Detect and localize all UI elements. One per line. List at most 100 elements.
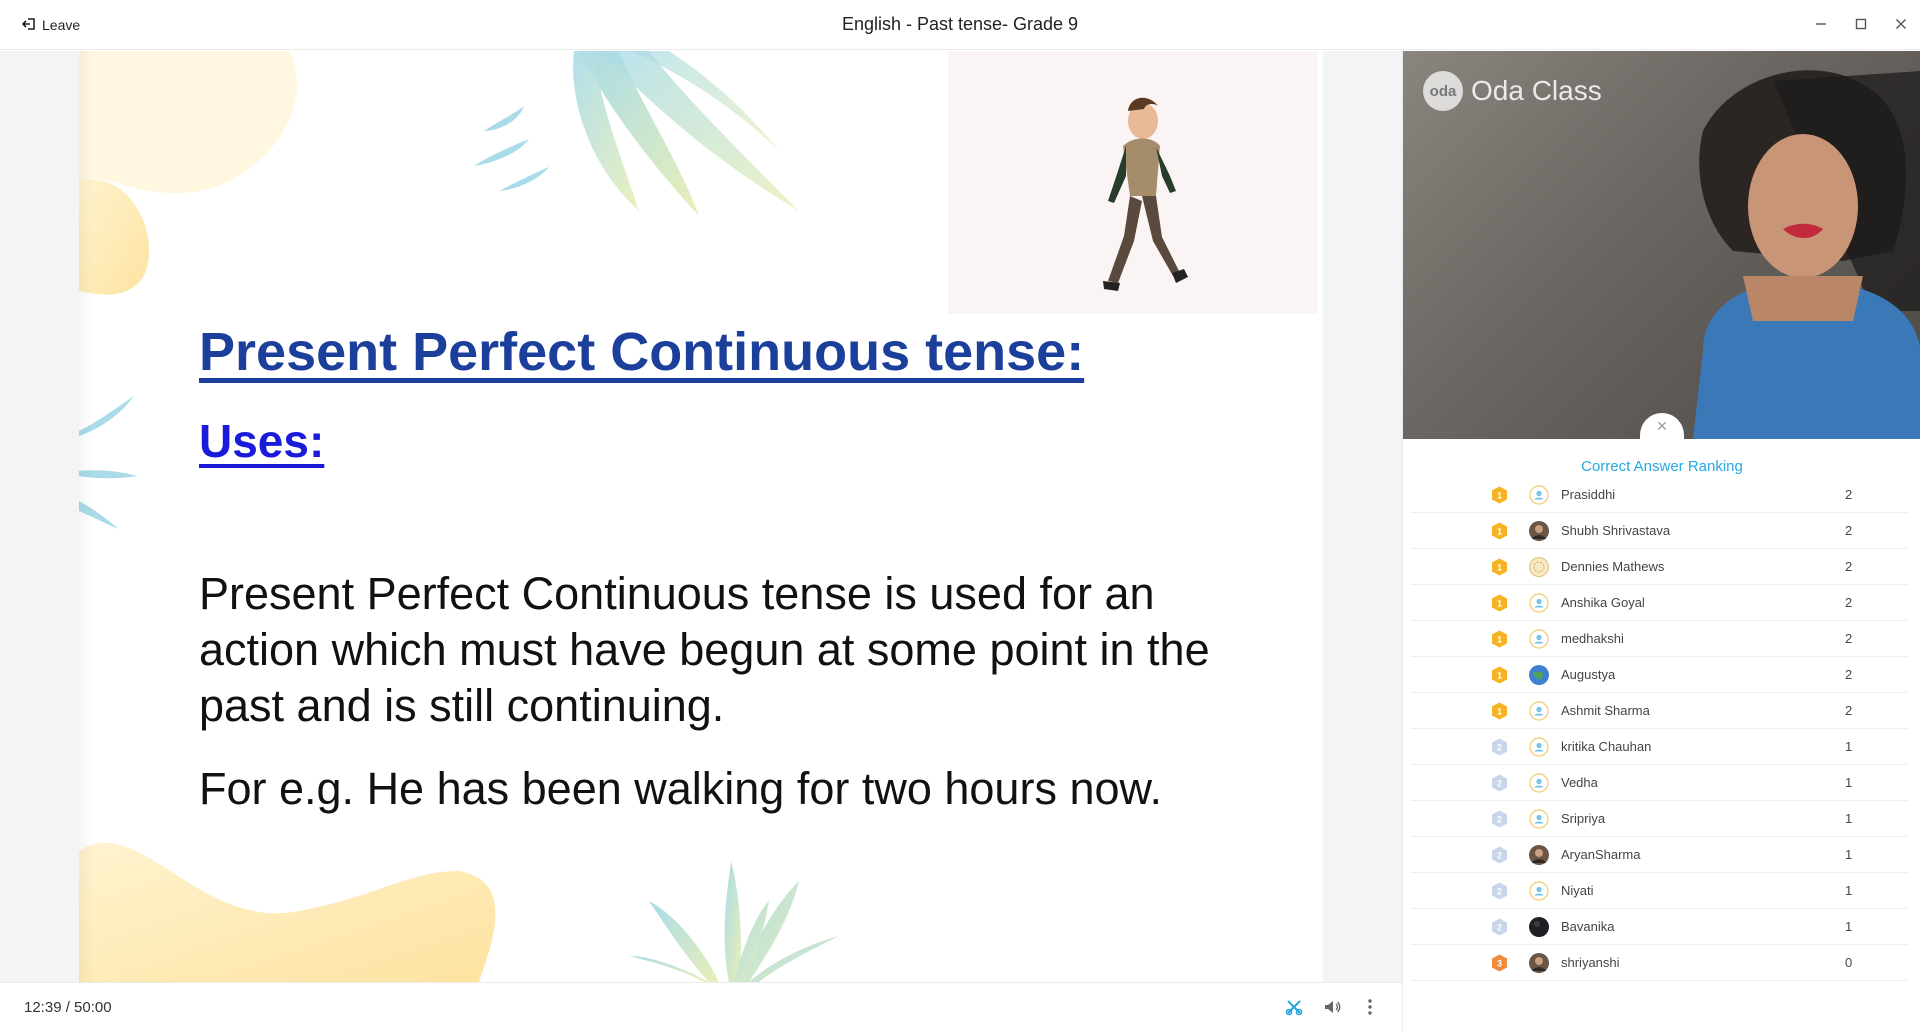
student-name: Sripriya: [1561, 811, 1606, 826]
svg-text:1: 1: [1497, 671, 1502, 681]
medal-icon: 2: [1491, 774, 1508, 792]
student-score: 2: [1845, 631, 1853, 646]
presentation-stage: Present Perfect Continuous tense: Uses: …: [0, 51, 1402, 982]
avatar: [1529, 665, 1549, 685]
medal-icon: 1: [1491, 630, 1508, 648]
svg-text:2: 2: [1497, 815, 1502, 825]
student-score: 2: [1845, 559, 1853, 574]
ranking-row: 2 Sripriya 1: [1411, 801, 1908, 837]
student-name: Augustya: [1561, 667, 1616, 682]
student-score: 1: [1845, 775, 1853, 790]
student-score: 2: [1845, 703, 1853, 718]
medal-icon: 1: [1491, 702, 1508, 720]
avatar: [1529, 521, 1549, 541]
student-name: Prasiddhi: [1561, 487, 1616, 502]
avatar: [1529, 557, 1549, 577]
medal-icon: 1: [1491, 522, 1508, 540]
close-icon[interactable]: [1894, 14, 1908, 34]
ranking-row: 2 Bavanika 1: [1411, 909, 1908, 945]
svg-text:2: 2: [1497, 779, 1502, 789]
ranking-row: 1 Anshika Goyal 2: [1411, 585, 1908, 621]
volume-icon[interactable]: [1322, 995, 1342, 1019]
student-score: 1: [1845, 811, 1853, 826]
student-name: Shubh Shrivastava: [1561, 523, 1671, 538]
avatar: [1529, 917, 1549, 937]
walking-man-image: [948, 51, 1318, 314]
svg-text:1: 1: [1497, 635, 1502, 645]
svg-text:1: 1: [1497, 599, 1502, 609]
bottom-bar: 12:39 / 50:00: [0, 982, 1402, 1032]
student-score: 1: [1845, 883, 1853, 898]
ranking-row: 1 Shubh Shrivastava 2: [1411, 513, 1908, 549]
svg-text:2: 2: [1497, 887, 1502, 897]
avatar: [1529, 485, 1549, 505]
medal-icon: 3: [1491, 954, 1508, 972]
minimize-icon[interactable]: [1814, 14, 1828, 34]
ranking-title: Correct Answer Ranking: [1581, 458, 1743, 475]
avatar: [1529, 953, 1549, 973]
svg-text:3: 3: [1497, 959, 1502, 969]
slide-body-text: Present Perfect Continuous tense is used…: [199, 568, 1210, 731]
avatar: [1529, 809, 1549, 829]
student-name: shriyanshi: [1561, 955, 1620, 970]
window-title: English - Past tense- Grade 9: [841, 14, 1079, 34]
svg-text:1: 1: [1497, 527, 1502, 537]
avatar: [1529, 845, 1549, 865]
maximize-icon[interactable]: [1854, 14, 1868, 34]
student-name: Ashmit Sharma: [1561, 703, 1650, 718]
student-name: medhakshi: [1561, 631, 1624, 646]
student-score: 0: [1845, 955, 1853, 970]
class-timer: 12:39 / 50:00: [24, 999, 112, 1016]
student-score: 1: [1845, 919, 1853, 934]
medal-icon: 1: [1491, 594, 1508, 612]
avatar: [1529, 773, 1549, 793]
medal-icon: 1: [1491, 666, 1508, 684]
ranking-row: 1 Dennies Mathews 2: [1411, 549, 1908, 585]
avatar: [1529, 881, 1549, 901]
more-icon[interactable]: [1360, 995, 1380, 1019]
walking-man-icon: [1103, 97, 1188, 291]
brand-logo: oda Oda Class: [1423, 71, 1602, 111]
svg-text:2: 2: [1497, 851, 1502, 861]
ranking-row: 1 Ashmit Sharma 2: [1411, 693, 1908, 729]
svg-text:1: 1: [1497, 707, 1502, 717]
ranking-row: 2 kritika Chauhan 1: [1411, 729, 1908, 765]
svg-text:1: 1: [1497, 491, 1502, 501]
slide-heading: Present Perfect Continuous tense:: [199, 322, 1085, 382]
ranking-row: 2 Niyati 1: [1411, 873, 1908, 909]
ranking-list: 1 Prasiddhi 2 1 Shubh Shrivastava 2 1 Dennies M…: [1411, 477, 1908, 981]
student-name: AryanSharma: [1561, 847, 1641, 862]
student-name: Dennies Mathews: [1561, 559, 1665, 574]
student-name: Vedha: [1561, 775, 1598, 790]
ranking-row: 1 Augustya 2: [1411, 657, 1908, 693]
slide: Present Perfect Continuous tense: Uses: …: [79, 51, 1323, 982]
svg-text:2: 2: [1497, 743, 1502, 753]
medal-icon: 2: [1491, 882, 1508, 900]
medal-icon: 1: [1491, 486, 1508, 504]
svg-text:2: 2: [1497, 923, 1502, 933]
brand-mark-icon: oda: [1423, 71, 1463, 111]
medal-icon: 2: [1491, 918, 1508, 936]
title-bar: Leave English - Past tense- Grade 9: [0, 0, 1920, 50]
teacher-video: oda Oda Class ×: [1403, 51, 1920, 439]
tools-icon[interactable]: [1284, 995, 1304, 1019]
medal-icon: 2: [1491, 846, 1508, 864]
slide-shadow: [79, 51, 93, 982]
student-score: 1: [1845, 847, 1853, 862]
ranking-row: 3 shriyanshi 0: [1411, 945, 1908, 981]
student-score: 2: [1845, 523, 1853, 538]
student-name: Anshika Goyal: [1561, 595, 1645, 610]
student-score: 2: [1845, 667, 1853, 682]
ranking-row: 2 AryanSharma 1: [1411, 837, 1908, 873]
svg-text:1: 1: [1497, 563, 1502, 573]
ranking-row: 2 Vedha 1: [1411, 765, 1908, 801]
medal-icon: 2: [1491, 810, 1508, 828]
close-icon: ×: [1656, 415, 1668, 436]
medal-icon: 1: [1491, 558, 1508, 576]
slide-subheading: Uses:: [199, 415, 325, 467]
student-score: 2: [1845, 487, 1853, 502]
slide-example-text: For e.g. He has been walking for two hou…: [199, 763, 1163, 814]
student-score: 2: [1845, 595, 1853, 610]
student-score: 1: [1845, 739, 1853, 754]
avatar: [1529, 629, 1549, 649]
